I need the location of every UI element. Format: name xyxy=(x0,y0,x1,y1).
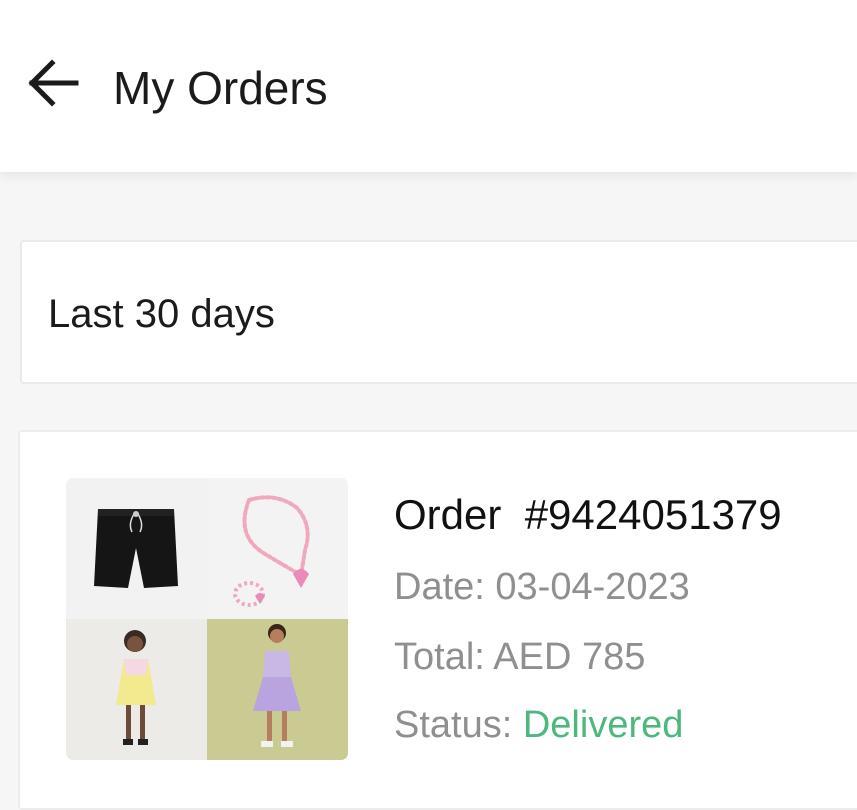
order-product-thumbnail xyxy=(66,478,348,760)
black-shorts-image xyxy=(66,478,207,619)
back-button[interactable] xyxy=(22,52,84,114)
order-total: Total: AED 785 xyxy=(394,634,645,680)
pink-bead-necklace-image xyxy=(207,478,348,619)
status-badge: Delivered xyxy=(522,704,684,746)
order-id: #9424051379 xyxy=(524,491,782,538)
order-date: Date: 03-04-2023 xyxy=(394,564,690,610)
app-header: My Orders xyxy=(0,0,857,172)
order-label: Order xyxy=(394,491,502,538)
girl-lilac-dress-image xyxy=(207,619,348,760)
filter-selected-label: Last 30 days xyxy=(48,292,275,336)
status-label: Status: xyxy=(394,704,513,746)
order-number: Order #9424051379 xyxy=(394,490,782,540)
date-label: Date: xyxy=(394,566,485,608)
order-card[interactable]: Order #9424051379 Date: 03-04-2023 Total… xyxy=(18,430,857,810)
arrow-left-icon xyxy=(28,59,79,107)
girl-yellow-dress-image xyxy=(66,619,207,760)
date-range-filter[interactable]: Last 30 days xyxy=(20,240,857,384)
total-label: Total: xyxy=(394,636,485,678)
order-status: Status: Delivered xyxy=(394,702,683,748)
date-value: 03-04-2023 xyxy=(495,566,690,608)
total-value: AED 785 xyxy=(493,636,646,678)
page-title: My Orders xyxy=(113,62,328,114)
